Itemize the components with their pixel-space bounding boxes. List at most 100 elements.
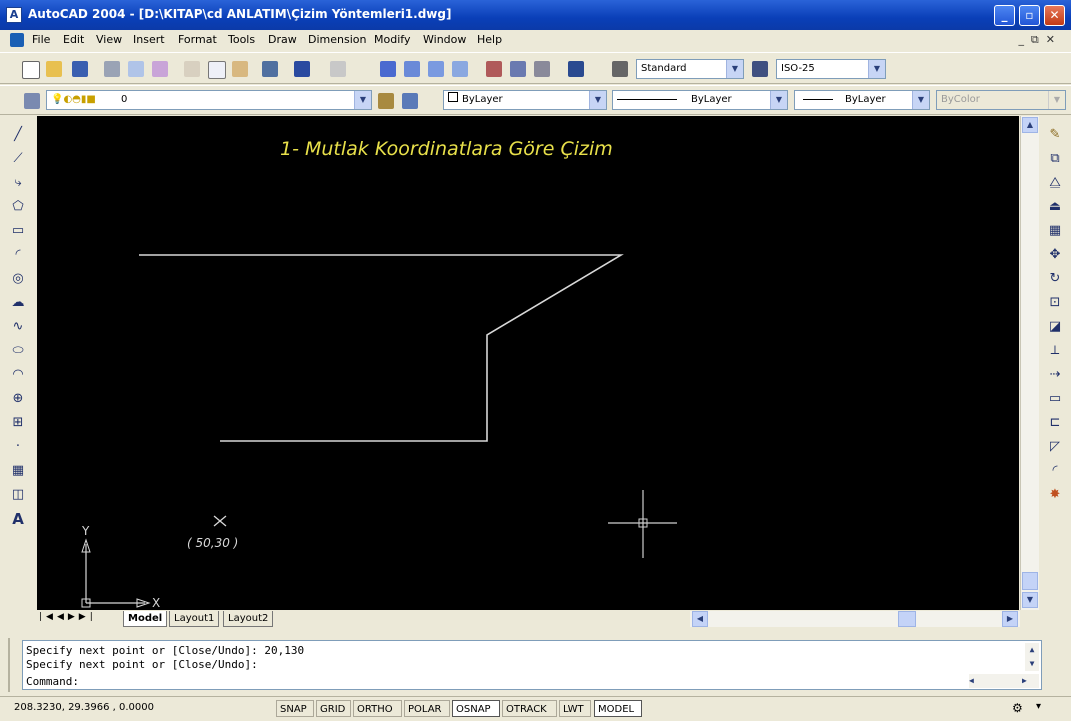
polygon-icon[interactable]: ⬠ <box>9 198 27 216</box>
design-center-icon[interactable] <box>510 61 526 77</box>
trim-icon[interactable]: ⟂ <box>1046 342 1064 360</box>
chevron-down-icon[interactable]: ▼ <box>770 91 787 109</box>
ellipse-arc-icon[interactable]: ◠ <box>9 366 27 384</box>
layer-manager-icon[interactable] <box>24 93 40 109</box>
undo-icon[interactable] <box>294 61 310 77</box>
linetype-select[interactable]: ByLayer ▼ <box>612 90 788 110</box>
rotate-icon[interactable]: ↻ <box>1046 270 1064 288</box>
line-icon[interactable]: ╱ <box>9 126 27 144</box>
snap-toggle[interactable]: SNAP <box>276 700 314 717</box>
drawing-area[interactable]: 1- Mutlak Koordinatlara Göre Çizim ( 50,… <box>37 116 1019 610</box>
lineweight-select[interactable]: ByLayer ▼ <box>794 90 930 110</box>
dimension-style-select[interactable]: ISO-25 ▼ <box>776 59 886 79</box>
construction-line-icon[interactable]: ⟋ <box>9 150 27 168</box>
zoom-previous-icon[interactable] <box>452 61 468 77</box>
paste-icon[interactable] <box>232 61 248 77</box>
menu-dimension[interactable]: Dimension <box>308 33 366 46</box>
menu-edit[interactable]: Edit <box>63 33 84 46</box>
polyline-icon[interactable]: ⤷ <box>9 174 27 192</box>
osnap-toggle[interactable]: OSNAP <box>452 700 500 717</box>
menu-tools[interactable]: Tools <box>228 33 255 46</box>
grid-toggle[interactable]: GRID <box>316 700 351 717</box>
array-icon[interactable]: ▦ <box>1046 222 1064 240</box>
fillet-icon[interactable]: ◜ <box>1046 462 1064 480</box>
communication-center-icon[interactable]: ⚙ <box>1012 701 1023 715</box>
break-at-point-icon[interactable]: ▭ <box>1046 390 1064 408</box>
zoom-window-icon[interactable] <box>428 61 444 77</box>
lwt-toggle[interactable]: LWT <box>559 700 591 717</box>
menu-help[interactable]: Help <box>477 33 502 46</box>
make-block-icon[interactable]: ⊞ <box>9 414 27 432</box>
region-icon[interactable]: ◫ <box>9 486 27 504</box>
scroll-right-button[interactable]: ▶ <box>1002 611 1018 627</box>
tab-layout1[interactable]: Layout1 <box>169 611 220 627</box>
command-prompt[interactable]: Command: <box>26 675 79 689</box>
polar-toggle[interactable]: POLAR <box>404 700 450 717</box>
text-style-icon[interactable] <box>612 61 628 77</box>
command-window-grip[interactable] <box>8 638 20 692</box>
tab-model[interactable]: Model <box>123 611 168 627</box>
explode-icon[interactable]: ✸ <box>1046 486 1064 504</box>
menu-file[interactable]: File <box>32 33 50 46</box>
hatch-icon[interactable]: ▦ <box>9 462 27 480</box>
close-button[interactable]: ✕ <box>1044 5 1065 26</box>
command-scrollbar[interactable]: ▲ ▼ <box>1025 643 1039 671</box>
document-icon[interactable] <box>10 33 24 47</box>
tab-layout2[interactable]: Layout2 <box>223 611 274 627</box>
dimension-style-icon[interactable] <box>752 61 768 77</box>
absolute-coordinate-polyline[interactable] <box>139 254 624 442</box>
horizontal-scroll-thumb[interactable] <box>898 611 916 627</box>
save-icon[interactable] <box>72 61 88 77</box>
ortho-toggle[interactable]: ORTHO <box>353 700 402 717</box>
scale-icon[interactable]: ⊡ <box>1046 294 1064 312</box>
extend-icon[interactable]: ⇢ <box>1046 366 1064 384</box>
menu-insert[interactable]: Insert <box>133 33 165 46</box>
scroll-thumb[interactable] <box>1022 572 1038 590</box>
scroll-down-button[interactable]: ▼ <box>1022 592 1038 608</box>
pan-icon[interactable] <box>380 61 396 77</box>
open-icon[interactable] <box>46 61 62 77</box>
stretch-icon[interactable]: ◪ <box>1046 318 1064 336</box>
horizontal-scrollbar[interactable]: ◀ ▶ <box>690 611 1020 627</box>
chevron-down-icon[interactable]: ▼ <box>354 91 371 109</box>
status-menu-arrow-icon[interactable]: ▾ <box>1036 701 1041 712</box>
tool-palettes-icon[interactable] <box>534 61 550 77</box>
maximize-button[interactable]: ▫ <box>1019 5 1040 26</box>
vertical-scrollbar[interactable]: ▲ ▼ <box>1020 116 1039 610</box>
otrack-toggle[interactable]: OTRACK <box>502 700 557 717</box>
publish-icon[interactable] <box>152 61 168 77</box>
properties-icon[interactable] <box>486 61 502 77</box>
copy-object-icon[interactable]: ⧉ <box>1046 150 1064 168</box>
scroll-left-button[interactable]: ◀ <box>692 611 708 627</box>
chevron-down-icon[interactable]: ▼ <box>726 60 743 78</box>
chevron-down-icon[interactable]: ▼ <box>868 60 885 78</box>
scroll-up-button[interactable]: ▲ <box>1022 117 1038 133</box>
menu-window[interactable]: Window <box>423 33 466 46</box>
app-icon[interactable]: A <box>6 7 22 23</box>
redo-icon[interactable] <box>330 61 346 77</box>
model-toggle[interactable]: MODEL <box>594 700 642 717</box>
multiline-text-icon[interactable]: A <box>9 510 27 528</box>
tab-navigation-arrows[interactable]: |◀◀▶▶| <box>39 612 97 622</box>
command-hscrollbar[interactable]: ◀ ▶ <box>969 674 1039 688</box>
menu-format[interactable]: Format <box>178 33 217 46</box>
chevron-down-icon[interactable]: ▼ <box>589 91 606 109</box>
offset-icon[interactable]: ⏏ <box>1046 198 1064 216</box>
chamfer-icon[interactable]: ◸ <box>1046 438 1064 456</box>
revision-cloud-icon[interactable]: ☁ <box>9 294 27 312</box>
coordinate-readout[interactable]: 208.3230, 29.3966 , 0.0000 <box>14 702 154 713</box>
layer-previous-icon[interactable] <box>402 93 418 109</box>
minimize-button[interactable]: _ <box>994 5 1015 26</box>
point-icon[interactable]: · <box>9 438 27 456</box>
copy-icon[interactable] <box>208 61 226 79</box>
cut-icon[interactable] <box>184 61 200 77</box>
ellipse-icon[interactable]: ⬭ <box>9 342 27 360</box>
text-style-select[interactable]: Standard ▼ <box>636 59 744 79</box>
zoom-realtime-icon[interactable] <box>404 61 420 77</box>
rectangle-icon[interactable]: ▭ <box>9 222 27 240</box>
menu-view[interactable]: View <box>96 33 122 46</box>
help-icon[interactable] <box>568 61 584 77</box>
match-properties-icon[interactable] <box>262 61 278 77</box>
circle-icon[interactable]: ◎ <box>9 270 27 288</box>
break-icon[interactable]: ⊏ <box>1046 414 1064 432</box>
